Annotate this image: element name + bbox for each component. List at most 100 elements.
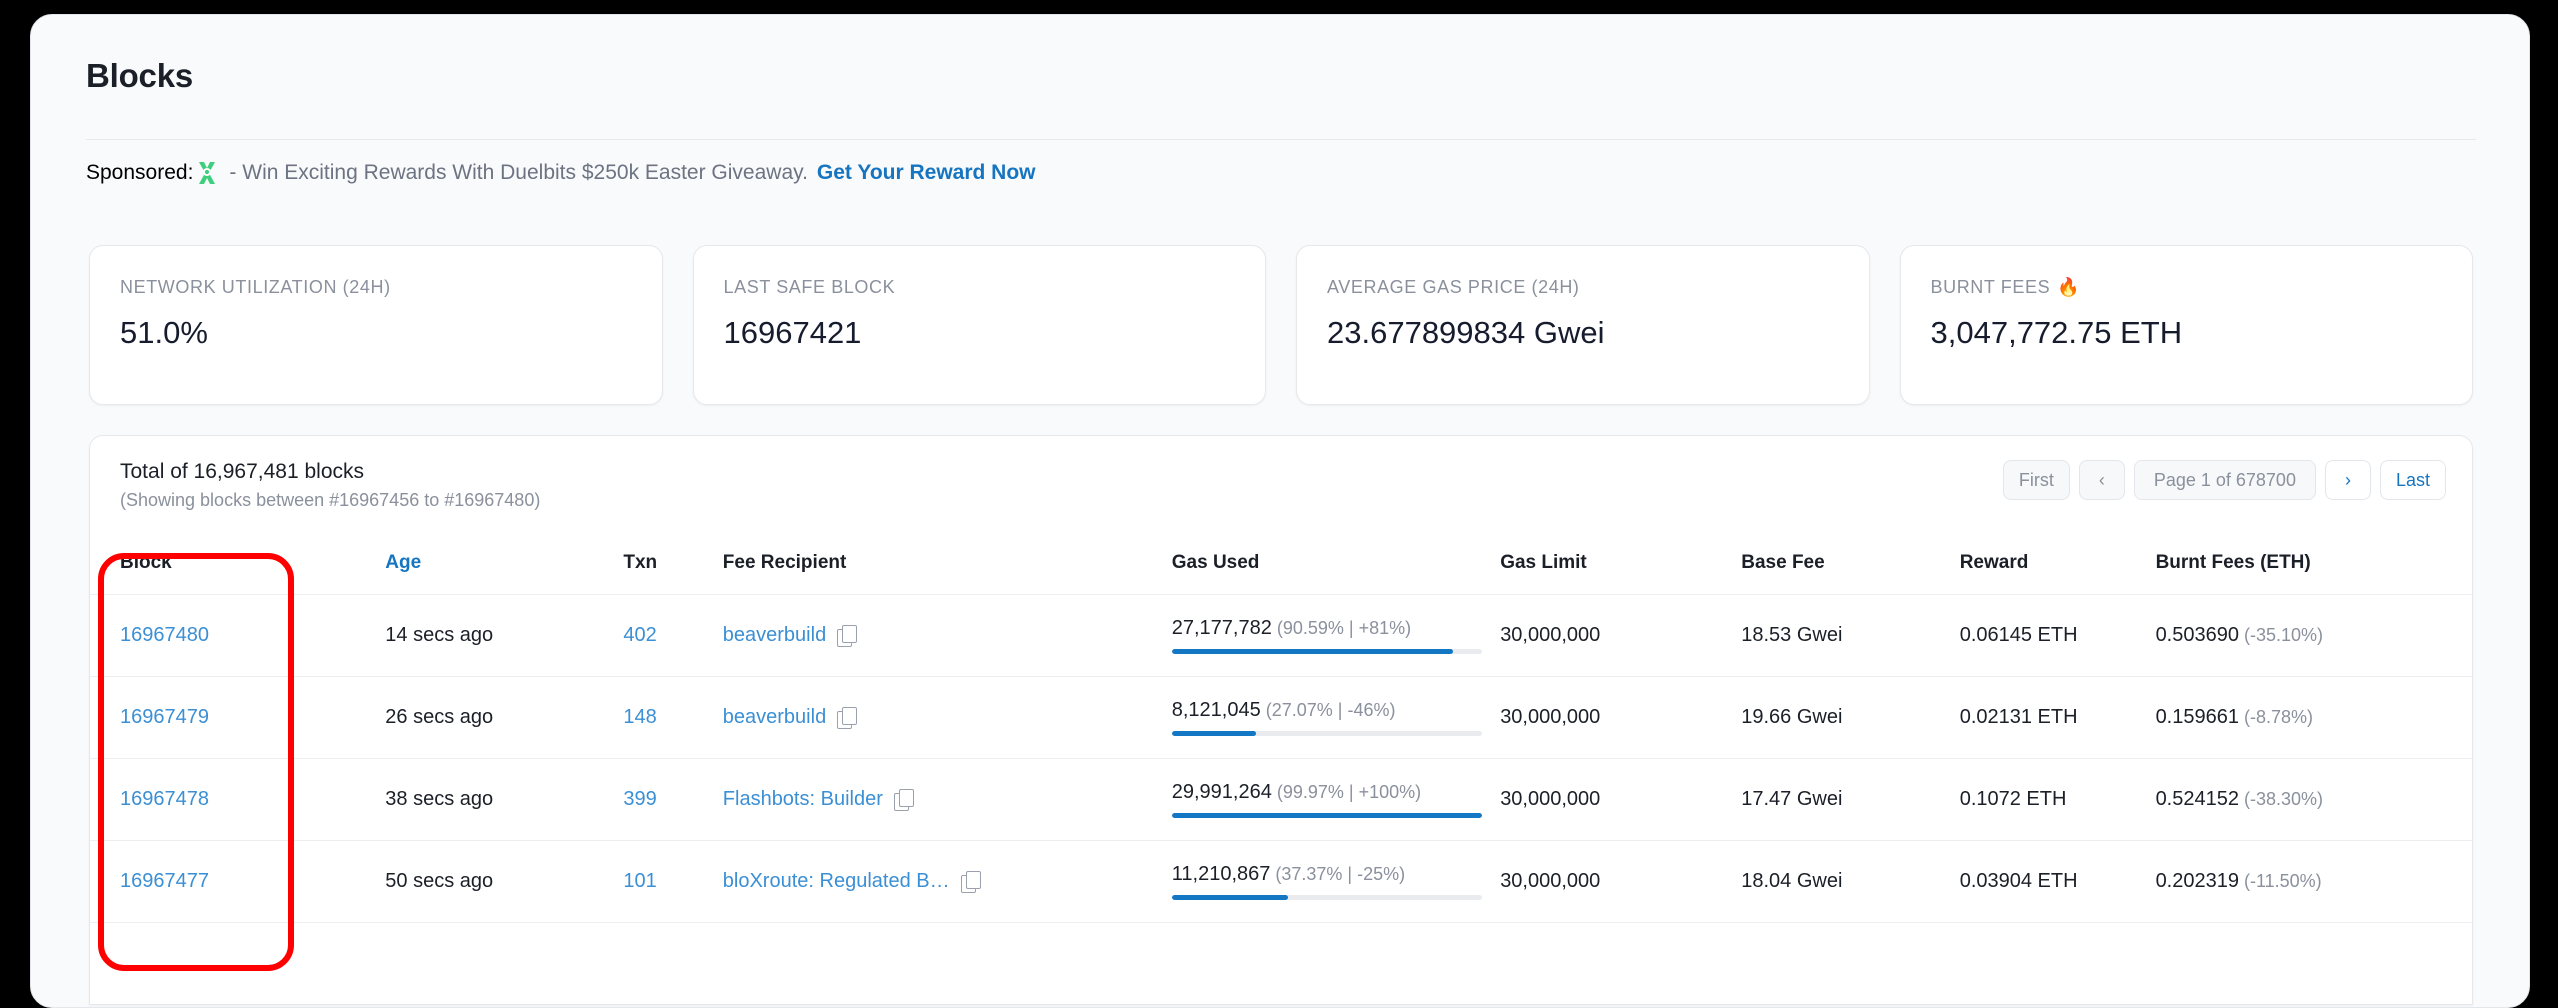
gas-used-progress-bar bbox=[1172, 895, 1482, 900]
column-header-age[interactable]: Age bbox=[385, 536, 623, 595]
stat-card-average-gas-price: AVERAGE GAS PRICE (24H) 23.677899834 Gwe… bbox=[1296, 245, 1870, 405]
block-number-link[interactable]: 16967477 bbox=[120, 870, 209, 892]
gas-used-line: 11,210,867 (37.37% | -25%) bbox=[1172, 863, 1500, 886]
stat-label-text: AVERAGE GAS PRICE (24H) bbox=[1327, 277, 1580, 298]
gas-used-line: 29,991,264 (99.97% | +100%) bbox=[1172, 781, 1500, 804]
column-header-fee-recipient: Fee Recipient bbox=[723, 536, 1172, 595]
stat-label-text: BURNT FEES bbox=[1931, 277, 2051, 298]
stat-label-text: LAST SAFE BLOCK bbox=[724, 277, 896, 298]
pagination-prev-button[interactable]: ‹ bbox=[2079, 460, 2125, 500]
column-header-gas-limit: Gas Limit bbox=[1500, 536, 1741, 595]
get-reward-link[interactable]: Get Your Reward Now bbox=[817, 161, 1036, 185]
gas-used-progress-fill bbox=[1172, 813, 1482, 818]
pagination-last-button[interactable]: Last bbox=[2380, 460, 2446, 500]
gas-used-progress-bar bbox=[1172, 731, 1482, 736]
stat-label: NETWORK UTILIZATION (24H) bbox=[120, 277, 632, 298]
burnt-fees-value: 0.503690 bbox=[2156, 624, 2239, 646]
cell-gas-limit: 30,000,000 bbox=[1500, 841, 1741, 923]
burnt-fees-percent: (-11.50%) bbox=[2239, 871, 2322, 891]
table-header-row: Block Age Txn Fee Recipient Gas Used Gas… bbox=[90, 536, 2472, 595]
cell-gas-limit: 30,000,000 bbox=[1500, 595, 1741, 677]
cell-gas-used: 11,210,867 (37.37% | -25%) bbox=[1172, 841, 1500, 923]
gas-used-percent: (90.59% | +81%) bbox=[1272, 618, 1411, 638]
stat-card-last-safe-block: LAST SAFE BLOCK 16967421 bbox=[693, 245, 1267, 405]
table-row: 1696747926 secs ago148beaverbuild8,121,0… bbox=[90, 677, 2472, 759]
copy-icon[interactable] bbox=[894, 789, 913, 810]
gas-used-line: 27,177,782 (90.59% | +81%) bbox=[1172, 617, 1500, 640]
stat-value: 51.0% bbox=[120, 315, 632, 351]
gas-used-progress-bar bbox=[1172, 813, 1482, 818]
gas-used-value: 11,210,867 bbox=[1172, 863, 1271, 885]
fee-recipient-link[interactable]: bloXroute: Regulated B… bbox=[723, 870, 950, 893]
cell-txn: 399 bbox=[623, 759, 722, 841]
cell-base-fee: 17.47 Gwei bbox=[1741, 759, 1959, 841]
cell-txn: 101 bbox=[623, 841, 722, 923]
cell-gas-used: 29,991,264 (99.97% | +100%) bbox=[1172, 759, 1500, 841]
copy-icon[interactable] bbox=[837, 707, 856, 728]
cell-burnt-fees: 0.524152 (-38.30%) bbox=[2156, 759, 2472, 841]
gas-used-progress-fill bbox=[1172, 895, 1288, 900]
gas-used-wrapper: 8,121,045 (27.07% | -46%) bbox=[1172, 699, 1500, 736]
txn-count-link[interactable]: 402 bbox=[623, 624, 656, 646]
cell-reward: 0.02131 ETH bbox=[1960, 677, 2156, 759]
screenshot-root: Blocks Sponsored: - Win Exciting Rewards… bbox=[0, 0, 2558, 1008]
copy-icon[interactable] bbox=[837, 625, 856, 646]
cell-reward: 0.06145 ETH bbox=[1960, 595, 2156, 677]
cell-base-fee: 19.66 Gwei bbox=[1741, 677, 1959, 759]
pagination: First ‹ Page 1 of 678700 › Last bbox=[2003, 460, 2446, 500]
txn-count-link[interactable]: 399 bbox=[623, 788, 656, 810]
fee-recipient-link[interactable]: Flashbots: Builder bbox=[723, 788, 883, 811]
column-header-base-fee: Base Fee bbox=[1741, 536, 1959, 595]
stat-label: AVERAGE GAS PRICE (24H) bbox=[1327, 277, 1839, 298]
fee-recipient-wrapper: bloXroute: Regulated B… bbox=[723, 870, 1172, 893]
gas-used-wrapper: 27,177,782 (90.59% | +81%) bbox=[1172, 617, 1500, 654]
cell-reward: 0.03904 ETH bbox=[1960, 841, 2156, 923]
fire-icon: 🔥 bbox=[2057, 277, 2080, 298]
pagination-next-button[interactable]: › bbox=[2325, 460, 2371, 500]
gas-used-percent: (27.07% | -46%) bbox=[1261, 700, 1396, 720]
block-number-link[interactable]: 16967479 bbox=[120, 706, 209, 728]
cell-gas-used: 27,177,782 (90.59% | +81%) bbox=[1172, 595, 1500, 677]
cell-txn: 402 bbox=[623, 595, 722, 677]
column-header-burnt-fees: Burnt Fees (ETH) bbox=[2156, 536, 2472, 595]
stat-value: 3,047,772.75 ETH bbox=[1931, 315, 2443, 351]
gas-used-progress-fill bbox=[1172, 731, 1256, 736]
cell-block: 16967477 bbox=[90, 841, 385, 923]
gas-used-progress-fill bbox=[1172, 649, 1453, 654]
gas-used-wrapper: 29,991,264 (99.97% | +100%) bbox=[1172, 781, 1500, 818]
column-header-gas-used: Gas Used bbox=[1172, 536, 1500, 595]
duelbits-logo-icon bbox=[193, 159, 221, 187]
fee-recipient-wrapper: beaverbuild bbox=[723, 624, 1172, 647]
cell-burnt-fees: 0.503690 (-35.10%) bbox=[2156, 595, 2472, 677]
cell-block: 16967478 bbox=[90, 759, 385, 841]
cell-reward: 0.1072 ETH bbox=[1960, 759, 2156, 841]
cell-age: 38 secs ago bbox=[385, 759, 623, 841]
cell-base-fee: 18.04 Gwei bbox=[1741, 841, 1959, 923]
cell-age: 50 secs ago bbox=[385, 841, 623, 923]
gas-used-value: 29,991,264 bbox=[1172, 781, 1272, 803]
gas-used-wrapper: 11,210,867 (37.37% | -25%) bbox=[1172, 863, 1500, 900]
burnt-fees-percent: (-35.10%) bbox=[2239, 625, 2323, 645]
blocks-table-head: Block Age Txn Fee Recipient Gas Used Gas… bbox=[90, 536, 2472, 595]
stat-value: 16967421 bbox=[724, 315, 1236, 351]
gas-used-line: 8,121,045 (27.07% | -46%) bbox=[1172, 699, 1500, 722]
table-panel-header: Total of 16,967,481 blocks (Showing bloc… bbox=[90, 436, 2472, 536]
block-number-link[interactable]: 16967480 bbox=[120, 624, 209, 646]
page-title: Blocks bbox=[86, 57, 193, 95]
fee-recipient-link[interactable]: beaverbuild bbox=[723, 624, 826, 647]
fee-recipient-link[interactable]: beaverbuild bbox=[723, 706, 826, 729]
burnt-fees-value: 0.524152 bbox=[2156, 788, 2239, 810]
txn-count-link[interactable]: 101 bbox=[623, 870, 656, 892]
blocks-table-panel: Total of 16,967,481 blocks (Showing bloc… bbox=[89, 435, 2473, 1005]
cell-txn: 148 bbox=[623, 677, 722, 759]
table-row: 1696748014 secs ago402beaverbuild27,177,… bbox=[90, 595, 2472, 677]
cell-fee-recipient: Flashbots: Builder bbox=[723, 759, 1172, 841]
sponsored-banner: Sponsored: - Win Exciting Rewards With D… bbox=[86, 159, 1036, 187]
gas-used-percent: (37.37% | -25%) bbox=[1270, 864, 1405, 884]
pagination-first-button[interactable]: First bbox=[2003, 460, 2070, 500]
blocks-page-card: Blocks Sponsored: - Win Exciting Rewards… bbox=[30, 14, 2530, 1008]
copy-icon[interactable] bbox=[961, 871, 980, 892]
block-number-link[interactable]: 16967478 bbox=[120, 788, 209, 810]
txn-count-link[interactable]: 148 bbox=[623, 706, 656, 728]
stat-card-network-utilization: NETWORK UTILIZATION (24H) 51.0% bbox=[89, 245, 663, 405]
